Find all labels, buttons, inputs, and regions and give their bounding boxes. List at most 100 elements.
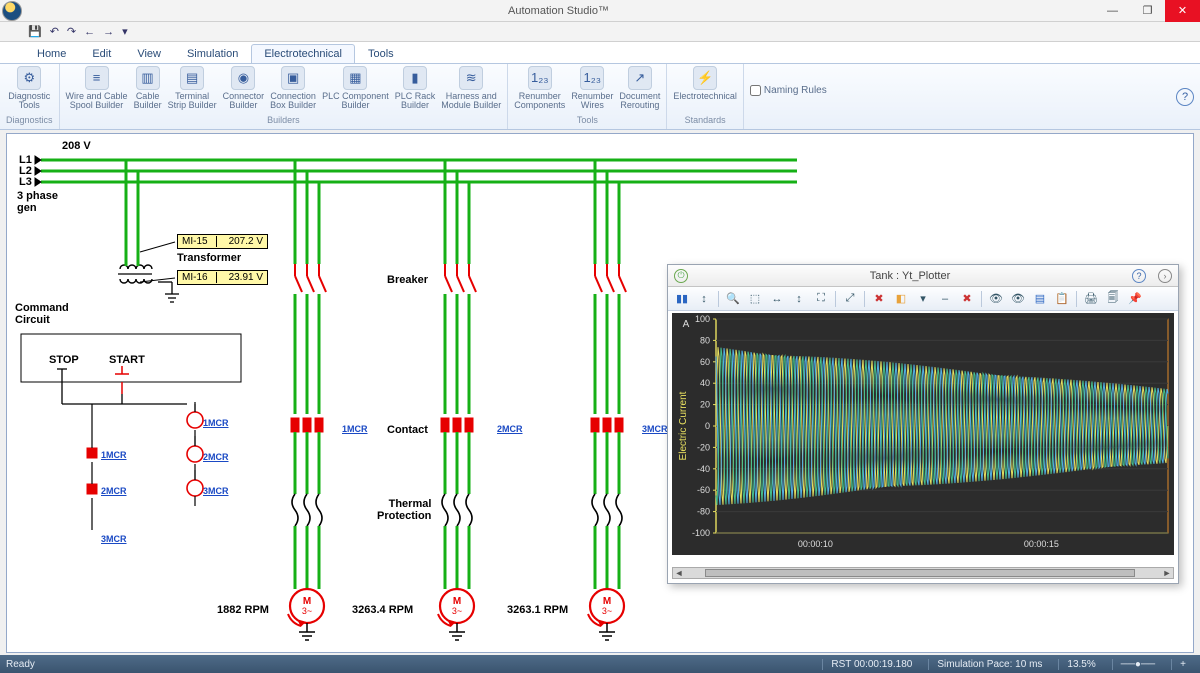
ribbon-wire-and-cable-button[interactable]: ≡Wire and Cable Spool Builder	[66, 66, 128, 114]
plot-cursor-icon[interactable]: ↕	[696, 291, 712, 307]
tab-edit[interactable]: Edit	[79, 44, 124, 63]
phase-l3-label: L3	[19, 176, 32, 188]
status-plus-icon[interactable]: +	[1171, 659, 1194, 670]
mcr3-left-link[interactable]: 3MCR	[101, 534, 127, 544]
qat-redo-icon[interactable]: ↷	[67, 25, 76, 38]
qat-save-icon[interactable]: 💾	[28, 25, 42, 38]
ribbon-electrotechnical-button[interactable]: ⚡Electrotechnical	[673, 66, 737, 114]
measure-val-2: 23.91 V	[229, 272, 263, 283]
thermal-label: Thermal Protection	[377, 498, 431, 522]
schematic-canvas[interactable]: M3~M3~M3~ 208 V L1 L2 L3 3 phase gen MI-…	[6, 133, 1194, 653]
mcr2-right-link[interactable]: 2MCR	[203, 452, 229, 462]
qat-more-icon[interactable]: ▾	[122, 25, 128, 38]
plot-zoomarea-icon[interactable]: ⬚	[747, 291, 763, 307]
quick-access-toolbar: 💾 ↶ ↷ ← → ▾	[0, 22, 1200, 42]
plotter-window[interactable]: ⏻ Tank : Yt_Plotter ? › ▮▮ ↕ 🔍 ⬚ ↔ ↕ ⛶ ⤢…	[667, 264, 1179, 584]
plot-pause-icon[interactable]: ▮▮	[674, 291, 690, 307]
plot-pin-icon[interactable]: 📌	[1127, 291, 1143, 307]
plotter-expand-icon[interactable]: ›	[1158, 269, 1172, 283]
mcr1-left-link[interactable]: 1MCR	[101, 450, 127, 460]
ribbon-renumber-button[interactable]: 1₂₃Renumber Wires	[571, 66, 613, 114]
tab-home[interactable]: Home	[24, 44, 79, 63]
plot-clear-icon[interactable]: ✖	[871, 291, 887, 307]
minimize-button[interactable]: —	[1095, 0, 1130, 22]
svg-text:A: A	[683, 319, 690, 330]
ribbon: ⚙Diagnostic ToolsDiagnostics≡Wire and Ca…	[0, 64, 1200, 130]
plotter-titlebar[interactable]: ⏻ Tank : Yt_Plotter ? ›	[668, 265, 1178, 287]
ribbon-terminal-button[interactable]: ▤Terminal Strip Builder	[168, 66, 217, 114]
ribbon-diagnostic-button[interactable]: ⚙ Diagnostic Tools	[8, 66, 50, 114]
ribbon-item-label: Document Rerouting	[619, 92, 660, 111]
qat-forward-icon[interactable]: →	[103, 26, 114, 38]
measure-val-1: 207.2 V	[229, 236, 263, 247]
measure-tag-2: MI-16 23.91 V	[177, 270, 268, 285]
tab-view[interactable]: View	[124, 44, 174, 63]
zoom-slider[interactable]: ──●──	[1112, 659, 1163, 670]
cable-icon: ▥	[136, 66, 160, 90]
plotter-help-icon[interactable]: ?	[1132, 269, 1146, 283]
ribbon-renumber-button[interactable]: 1₂₃Renumber Components	[514, 66, 565, 114]
status-bar: Ready RST 00:00:19.180 Simulation Pace: …	[0, 655, 1200, 673]
plot-copy-icon[interactable]: 📋	[1054, 291, 1070, 307]
scroll-left-icon[interactable]: ◄	[673, 568, 685, 578]
ribbon-item-label: Diagnostic Tools	[8, 92, 50, 111]
plot-del2-icon[interactable]: ✖	[959, 291, 975, 307]
mcr3-right-link[interactable]: 3MCR	[203, 486, 229, 496]
branch3-mcr-link[interactable]: 3MCR	[642, 424, 668, 434]
ribbon-item-label: Wire and Cable Spool Builder	[66, 92, 128, 111]
svg-text:-40: -40	[697, 464, 710, 474]
plot-fit-icon[interactable]: ⛶	[813, 291, 829, 307]
plot-eye2-icon[interactable]: 👁	[1010, 291, 1026, 307]
ribbon-harness-and-button[interactable]: ≋Harness and Module Builder	[441, 66, 501, 114]
terminal-icon: ▤	[180, 66, 204, 90]
plotter-scrollbar[interactable]: ◄ ►	[672, 567, 1174, 579]
branch1-mcr-link[interactable]: 1MCR	[342, 424, 368, 434]
scroll-thumb[interactable]	[705, 569, 1135, 577]
qat-undo-icon[interactable]: ↶	[50, 25, 59, 38]
ribbon-connector-button[interactable]: ◉Connector Builder	[223, 66, 265, 114]
plot-delete-icon[interactable]: –	[937, 291, 953, 307]
close-button[interactable]: ✕	[1165, 0, 1200, 22]
generator-label: 3 phase gen	[17, 190, 58, 214]
ribbon-document-button[interactable]: ↗Document Rerouting	[619, 66, 660, 114]
plc-component-icon: ▦	[343, 66, 367, 90]
ribbon-help-icon[interactable]: ?	[1176, 88, 1194, 106]
plot-grid-icon[interactable]: ▤	[1032, 291, 1048, 307]
plot-export-icon[interactable]: 🗐	[1105, 291, 1121, 307]
branch2-mcr-link[interactable]: 2MCR	[497, 424, 523, 434]
svg-text:-60: -60	[697, 485, 710, 495]
plotter-chart[interactable]: 100806040200-20-40-60-80-100Electric Cur…	[672, 313, 1174, 555]
plot-zoomx-icon[interactable]: ↔	[769, 291, 785, 307]
ribbon-plc-component-button[interactable]: ▦PLC Component Builder	[322, 66, 389, 114]
tab-simulation[interactable]: Simulation	[174, 44, 251, 63]
tab-tools[interactable]: Tools	[355, 44, 407, 63]
plotter-power-icon[interactable]: ⏻	[674, 269, 688, 283]
plot-add-icon[interactable]: ◧	[893, 291, 909, 307]
measure-id-1: MI-15	[182, 236, 217, 247]
plot-zoom-icon[interactable]: 🔍	[725, 291, 741, 307]
svg-text:-80: -80	[697, 507, 710, 517]
mcr1-right-link[interactable]: 1MCR	[203, 418, 229, 428]
plot-remove-icon[interactable]: ▾	[915, 291, 931, 307]
ribbon-connection-button[interactable]: ▣Connection Box Builder	[270, 66, 316, 114]
maximize-button[interactable]: ❐	[1130, 0, 1165, 22]
tab-electrotechnical[interactable]: Electrotechnical	[251, 44, 355, 63]
plot-autoscale-icon[interactable]: ⤢	[842, 291, 858, 307]
mcr2-left-link[interactable]: 2MCR	[101, 486, 127, 496]
svg-text:00:00:15: 00:00:15	[1024, 539, 1059, 549]
naming-rules-checkbox[interactable]: Naming Rules	[750, 66, 827, 114]
diagnostic-icon: ⚙	[17, 66, 41, 90]
svg-text:-100: -100	[692, 528, 710, 538]
qat-back-icon[interactable]: ←	[84, 26, 95, 38]
bus-voltage-label: 208 V	[62, 140, 91, 152]
ribbon-cable-button[interactable]: ▥Cable Builder	[134, 66, 162, 114]
ribbon-item-label: Harness and Module Builder	[441, 92, 501, 111]
ribbon-item-label: Connector Builder	[223, 92, 265, 111]
scroll-right-icon[interactable]: ►	[1161, 568, 1173, 578]
plot-eye1-icon[interactable]: 👁	[988, 291, 1004, 307]
start-button-label: START	[109, 354, 145, 366]
plot-print-icon[interactable]: 🖨	[1083, 291, 1099, 307]
plot-zoomy-icon[interactable]: ↕	[791, 291, 807, 307]
ribbon-plc-rack-button[interactable]: ▮PLC Rack Builder	[395, 66, 436, 114]
ribbon-group-label: Tools	[577, 114, 598, 127]
